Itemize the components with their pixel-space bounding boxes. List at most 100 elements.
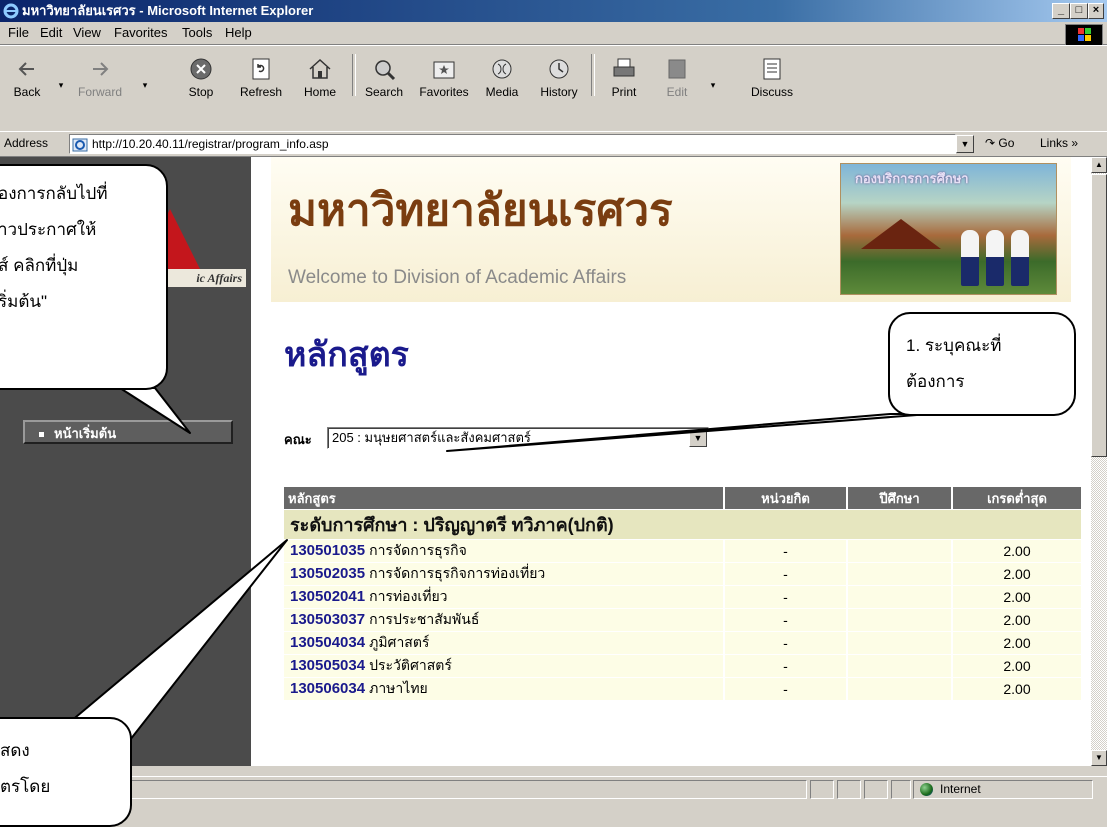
- window-title-bar: มหาวิทยาลัยนเรศวร - Microsoft Internet E…: [0, 0, 1107, 22]
- banner-photo: กองบริการการศึกษา: [840, 163, 1057, 295]
- home-nav-label: หน้าเริ่มต้น: [54, 426, 117, 441]
- stop-icon: [190, 58, 212, 80]
- status-bar: Internet: [0, 776, 1107, 802]
- back-label: Back: [13, 85, 41, 99]
- program-code-link[interactable]: 130503037: [290, 611, 365, 628]
- vertical-scrollbar[interactable]: ▲ ▼: [1091, 157, 1107, 766]
- min-grade-cell: 2.00: [953, 563, 1083, 585]
- education-level: ระดับการศึกษา : ปริญญาตรี ทวิภาค(ปกติ): [284, 510, 1083, 539]
- media-label: Media: [485, 85, 519, 99]
- main-content: มหาวิทยาลัยนเรศวร Welcome to Division of…: [251, 157, 1091, 766]
- address-url: http://10.20.40.11/registrar/program_inf…: [92, 137, 329, 151]
- min-grade-cell: 2.00: [953, 609, 1083, 631]
- forward-button[interactable]: Forward: [70, 52, 130, 124]
- menu-view[interactable]: View: [73, 25, 101, 40]
- discuss-button[interactable]: Discuss: [742, 52, 802, 124]
- home-button[interactable]: Home: [294, 52, 346, 124]
- program-cell: 130505034 ประวัติศาสตร์: [284, 655, 725, 677]
- address-input[interactable]: http://10.20.40.11/registrar/program_inf…: [69, 134, 956, 154]
- menu-favorites[interactable]: Favorites: [114, 25, 167, 40]
- scroll-thumb[interactable]: [1091, 174, 1107, 457]
- student-figure: [961, 230, 979, 286]
- program-table: หลักสูตร หน่วยกิต ปีศึกษา เกรดต่ำสุด ระด…: [284, 486, 1083, 701]
- table-row: 130504034 ภูมิศาสตร์ - 2.00: [284, 632, 1083, 654]
- home-icon: [309, 58, 331, 79]
- credits-cell: -: [725, 563, 848, 585]
- table-row: 130502041 การท่องเที่ยว - 2.00: [284, 586, 1083, 608]
- program-code-link[interactable]: 130502041: [290, 588, 365, 605]
- callout-back-to-home: ้องการกลับไปที่ าวประกาศให้ ส์ คลิกที่ปุ…: [0, 164, 168, 390]
- minimize-button[interactable]: _: [1052, 3, 1070, 19]
- media-icon: [492, 59, 512, 79]
- globe-icon: [920, 783, 933, 796]
- go-button[interactable]: ↷ Go: [985, 136, 1014, 150]
- program-code-link[interactable]: 130504034: [290, 634, 365, 651]
- status-cell: [837, 780, 861, 799]
- media-button[interactable]: Media: [477, 52, 527, 124]
- go-arrow-icon: ↷: [985, 136, 996, 150]
- chevron-down-icon[interactable]: ▼: [689, 429, 707, 447]
- refresh-icon: [252, 58, 270, 80]
- links-button[interactable]: Links »: [1040, 136, 1078, 150]
- discuss-label: Discuss: [750, 85, 793, 99]
- back-button[interactable]: Back: [2, 52, 52, 124]
- status-cell: [810, 780, 834, 799]
- history-icon: [549, 59, 569, 79]
- menu-tools[interactable]: Tools: [182, 25, 212, 40]
- banner-subtitle: Welcome to Division of Academic Affairs: [288, 267, 627, 288]
- print-button[interactable]: Print: [600, 52, 648, 124]
- faculty-selected-value: 205 : มนุษยศาสตร์และสังคมศาสตร์: [332, 430, 531, 445]
- min-grade-cell: 2.00: [953, 586, 1083, 608]
- scroll-down-button[interactable]: ▼: [1091, 750, 1107, 766]
- callout-line: ส์ คลิกที่ปุ่ม: [0, 256, 79, 275]
- home-label: Home: [303, 85, 336, 99]
- callout-line: 1. ระบุคณะที่: [906, 336, 1002, 355]
- status-cell: [891, 780, 911, 799]
- menu-help[interactable]: Help: [225, 25, 252, 40]
- menu-file[interactable]: File: [8, 25, 29, 40]
- favorites-button[interactable]: Favorites: [414, 52, 474, 124]
- program-code-link[interactable]: 130502035: [290, 565, 365, 582]
- menu-edit[interactable]: Edit: [40, 25, 62, 40]
- scroll-up-button[interactable]: ▲: [1091, 157, 1107, 173]
- history-button[interactable]: History: [531, 52, 587, 124]
- program-cell: 130504034 ภูมิศาสตร์: [284, 632, 725, 654]
- zone-label: Internet: [940, 782, 981, 796]
- standard-toolbar: Back ▾ Forward ▾ Stop Refresh Home Searc…: [0, 45, 1107, 128]
- faculty-select[interactable]: 205 : มนุษยศาสตร์และสังคมศาสตร์ ▼: [327, 427, 709, 449]
- program-name: การท่องเที่ยว: [369, 588, 448, 604]
- year-cell: [848, 632, 953, 654]
- program-code-link[interactable]: 130505034: [290, 657, 365, 674]
- page-title: หลักสูตร: [284, 336, 409, 374]
- program-code-link[interactable]: 130506034: [290, 680, 365, 697]
- callout-line: ต้องการ: [906, 372, 965, 391]
- program-code-link[interactable]: 130501035: [290, 542, 365, 559]
- close-button[interactable]: ×: [1088, 3, 1104, 19]
- min-grade-cell: 2.00: [953, 632, 1083, 654]
- refresh-button[interactable]: Refresh: [232, 52, 290, 124]
- min-grade-cell: 2.00: [953, 678, 1083, 700]
- table-row: 130505034 ประวัติศาสตร์ - 2.00: [284, 655, 1083, 677]
- print-icon: [613, 58, 635, 77]
- edit-button[interactable]: Edit: [652, 52, 702, 124]
- program-name: การจัดการธุรกิจ: [369, 542, 467, 558]
- student-figure: [986, 230, 1004, 286]
- year-cell: [848, 540, 953, 562]
- address-bar: Address http://10.20.40.11/registrar/pro…: [0, 131, 1107, 157]
- callout-line: ริ่มต้น": [0, 292, 48, 311]
- home-nav-button[interactable]: หน้าเริ่มต้น: [23, 420, 233, 444]
- search-button[interactable]: Search: [356, 52, 412, 124]
- university-name: มหาวิทยาลัยนเรศวร: [288, 186, 673, 235]
- credits-cell: -: [725, 632, 848, 654]
- stop-button[interactable]: Stop: [176, 52, 226, 124]
- year-cell: [848, 655, 953, 677]
- column-header-year: ปีศึกษา: [848, 487, 953, 509]
- address-dropdown[interactable]: ▼: [956, 135, 974, 153]
- callout-select-faculty: 1. ระบุคณะที่ ต้องการ: [888, 312, 1076, 416]
- credits-cell: -: [725, 609, 848, 631]
- program-cell: 130502035 การจัดการธุรกิจการท่องเที่ยว: [284, 563, 725, 585]
- photo-caption: กองบริการการศึกษา: [855, 171, 969, 186]
- student-figure: [1011, 230, 1029, 286]
- maximize-button[interactable]: □: [1070, 3, 1088, 19]
- program-name: ประวัติศาสตร์: [369, 657, 452, 673]
